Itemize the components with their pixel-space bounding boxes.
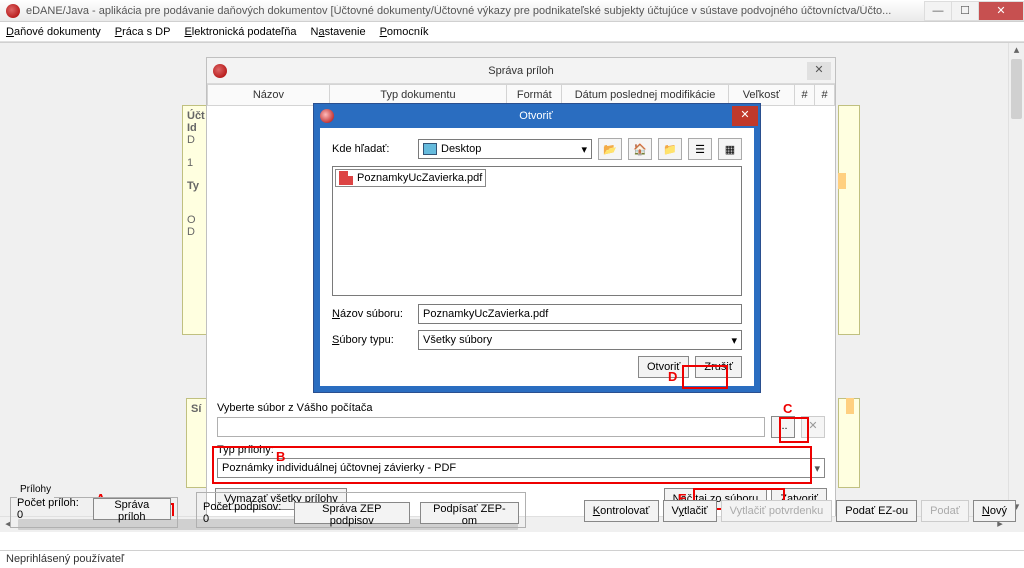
desktop-icon — [423, 143, 437, 155]
kontrolovat-button[interactable]: Kontrolovať — [584, 500, 659, 522]
chevron-down-icon: ▾ — [731, 334, 737, 347]
sprava-zep-podpisov-button[interactable]: Správa ZEP podpisov — [294, 502, 410, 524]
new-folder-button[interactable]: 📁 — [658, 138, 682, 160]
nazov-suboru-label: Názov súboru: — [332, 308, 412, 320]
open-dialog-icon — [320, 109, 334, 123]
open-dialog-close-button[interactable]: ✕ — [732, 106, 758, 126]
menu-praca-s-dp[interactable]: Práca s DP — [115, 26, 171, 38]
typ-prilohy-value: Poznámky individuálnej účtovnej závierky… — [222, 462, 456, 474]
pocet-priloh-label: Počet príloh: 0 — [17, 497, 83, 521]
app-icon — [6, 4, 20, 18]
sprava-priloh-button[interactable]: Správa príloh — [93, 498, 171, 520]
minimize-button[interactable]: — — [924, 1, 952, 21]
form-fragment — [846, 398, 854, 414]
list-view-button[interactable]: ☰ — [688, 138, 712, 160]
window-close-button[interactable]: ✕ — [978, 1, 1024, 21]
list-icon: ☰ — [695, 143, 705, 156]
scroll-up-icon[interactable]: ▴ — [1009, 43, 1024, 59]
menu-elektronicka-podatelna[interactable]: Elektronická podateľňa — [184, 26, 296, 38]
menu-nastavenie[interactable]: Nastavenie — [311, 26, 366, 38]
file-path-input[interactable] — [217, 417, 765, 437]
open-file-dialog: Otvoriť ✕ Kde hľadať: Desktop ▾ 📂 🏠 📁 ☰ … — [313, 103, 761, 393]
filename-input[interactable] — [418, 304, 742, 324]
podat-button: Podať — [921, 500, 969, 522]
vertical-scrollbar[interactable]: ▴ ▾ — [1008, 43, 1024, 516]
sprava-title: Správa príloh — [235, 65, 807, 77]
sprava-close-button[interactable]: ✕ — [807, 62, 831, 80]
choose-file-label: Vyberte súbor z Vášho počítača — [217, 402, 825, 414]
filetype-combo[interactable]: Všetky súbory ▾ — [418, 330, 742, 350]
file-name: PoznamkyUcZavierka.pdf — [357, 172, 482, 184]
maximize-button[interactable]: ☐ — [951, 1, 979, 21]
otvorit-button[interactable]: Otvoriť — [638, 356, 689, 378]
grid-icon: ▦ — [725, 143, 735, 156]
file-item[interactable]: PoznamkyUcZavierka.pdf — [335, 169, 486, 187]
window-title: eDANE/Java - aplikácia pre podávanie daň… — [26, 5, 925, 17]
menu-pomocnik[interactable]: Pomocník — [380, 26, 429, 38]
folder-new-icon: 📁 — [663, 143, 677, 156]
browse-button[interactable]: ... — [771, 416, 795, 438]
clear-file-button[interactable]: ✕ — [801, 416, 825, 438]
vytlacit-button[interactable]: Vytlačiť — [663, 500, 717, 522]
up-folder-button[interactable]: 📂 — [598, 138, 622, 160]
file-list[interactable]: PoznamkyUcZavierka.pdf — [332, 166, 742, 296]
tag-c: C — [783, 401, 792, 416]
podat-ezou-button[interactable]: Podať EZ-ou — [836, 500, 917, 522]
prilohy-group: Prílohy Počet príloh: 0 Správa príloh — [10, 492, 178, 528]
chevron-down-icon: ▾ — [814, 462, 820, 475]
scroll-thumb[interactable] — [1011, 59, 1022, 119]
open-dialog-title: Otvoriť — [340, 110, 732, 122]
kde-hladat-label: Kde hľadať: — [332, 143, 412, 155]
action-bar: Kontrolovať Vytlačiť Vytlačiť potvrdenku… — [584, 500, 1016, 522]
pocet-podpisov-label: Počet podpisov: 0 — [203, 501, 284, 525]
main-area: Účt Id D 1 Ty O D Sí Správa príloh ✕ Náz… — [0, 42, 1024, 532]
typ-prilohy-combo[interactable]: Poznámky individuálnej účtovnej závierky… — [217, 458, 825, 478]
home-icon: 🏠 — [633, 143, 647, 156]
podpisy-group: Počet podpisov: 0 Správa ZEP podpisov Po… — [196, 492, 526, 528]
prilohy-legend: Prílohy — [17, 484, 54, 495]
home-button[interactable]: 🏠 — [628, 138, 652, 160]
typ-prilohy-label: Typ prílohy: — [217, 444, 825, 456]
form-fragment — [838, 173, 846, 189]
col-nazov[interactable]: Názov — [208, 85, 330, 106]
zrusit-button[interactable]: Zrušiť — [695, 356, 742, 378]
folder-up-icon: 📂 — [603, 143, 617, 156]
col-hash1[interactable]: # — [795, 85, 815, 106]
podpisat-zep-button[interactable]: Podpísať ZEP-om — [420, 502, 519, 524]
subory-typu-label: Súbory typu: — [332, 334, 412, 346]
tag-b: B — [276, 449, 285, 464]
form-fragment — [838, 105, 860, 335]
vytlacit-potvrdenku-button: Vytlačiť potvrdenku — [721, 500, 833, 522]
menu-danove-dokumenty[interactable]: DDaňové dokumentyaňové dokumenty — [6, 26, 101, 38]
location-combo[interactable]: Desktop ▾ — [418, 139, 592, 159]
col-hash2[interactable]: # — [815, 85, 835, 106]
sprava-icon — [213, 64, 227, 78]
chevron-down-icon: ▾ — [581, 143, 587, 156]
title-bar: eDANE/Java - aplikácia pre podávanie daň… — [0, 0, 1024, 22]
status-bar: Neprihlásený používateľ — [0, 550, 1024, 568]
details-view-button[interactable]: ▦ — [718, 138, 742, 160]
menu-bar: DDaňové dokumentyaňové dokumenty Práca s… — [0, 22, 1024, 42]
tag-d: D — [668, 369, 677, 384]
novy-button[interactable]: Nový — [973, 500, 1016, 522]
pdf-icon — [339, 171, 353, 185]
